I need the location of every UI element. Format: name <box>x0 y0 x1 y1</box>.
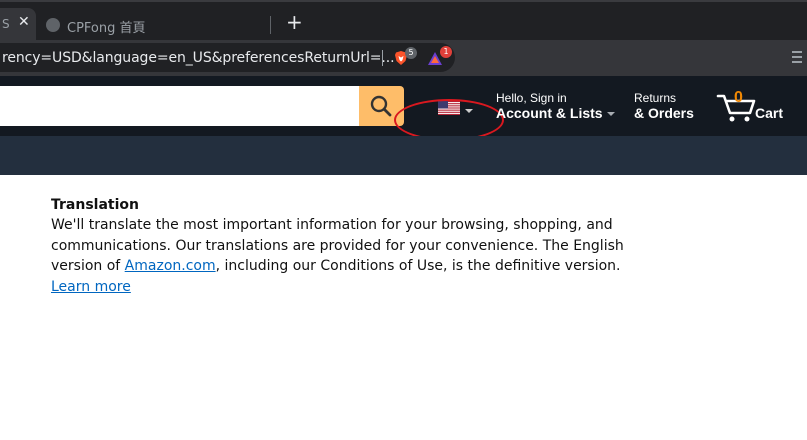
returns-label: Returns <box>634 91 677 105</box>
globe-icon <box>46 18 60 32</box>
translation-notice: Translation We'll translate the most imp… <box>51 196 651 297</box>
section-heading: Translation <box>51 197 139 213</box>
cart-label: Cart <box>755 105 784 121</box>
account-and-lists-menu[interactable]: Hello, Sign in Account & Lists <box>496 91 615 121</box>
chevron-down-icon <box>606 112 615 117</box>
account-lists-label: Account & Lists <box>496 105 615 121</box>
rewards-count-badge: 1 <box>440 46 452 58</box>
annotation-highlight-circle <box>394 99 504 141</box>
search-icon <box>370 95 392 117</box>
search-input[interactable] <box>0 86 359 126</box>
orders-label: & Orders <box>634 105 694 121</box>
tab-title: S <box>2 17 10 31</box>
close-tab-icon[interactable]: ✕ <box>18 14 30 30</box>
translation-description: We'll translate the most important infor… <box>51 217 624 295</box>
divider <box>382 50 383 66</box>
browser-toolbar: rency=USD&language=en_US&preferencesRetu… <box>0 40 807 76</box>
tab-divider <box>270 16 271 34</box>
browser-tab-strip: S ✕ CPFong 首頁 + <box>0 0 807 42</box>
cart-link[interactable]: 0 Cart <box>716 89 806 123</box>
shield-count-badge: 5 <box>405 47 417 59</box>
account-greeting: Hello, Sign in <box>496 91 567 105</box>
tab-title: CPFong 首頁 <box>67 21 146 36</box>
amazon-link[interactable]: Amazon.com <box>125 258 216 274</box>
cart-count: 0 <box>734 89 743 106</box>
new-tab-button[interactable]: + <box>286 12 303 32</box>
address-bar[interactable]: rency=USD&language=en_US&preferencesRetu… <box>0 43 455 72</box>
sub-nav-bar <box>0 136 807 175</box>
learn-more-link[interactable]: Learn more <box>51 279 131 295</box>
browser-menu-icon[interactable] <box>792 48 804 66</box>
url-text[interactable]: rency=USD&language=en_US&preferencesRetu… <box>2 50 395 66</box>
returns-and-orders-link[interactable]: Returns & Orders <box>634 91 694 121</box>
browser-tab-cpfong[interactable]: CPFong 首頁 <box>38 8 268 42</box>
browser-tab-active[interactable]: S ✕ <box>0 8 36 42</box>
